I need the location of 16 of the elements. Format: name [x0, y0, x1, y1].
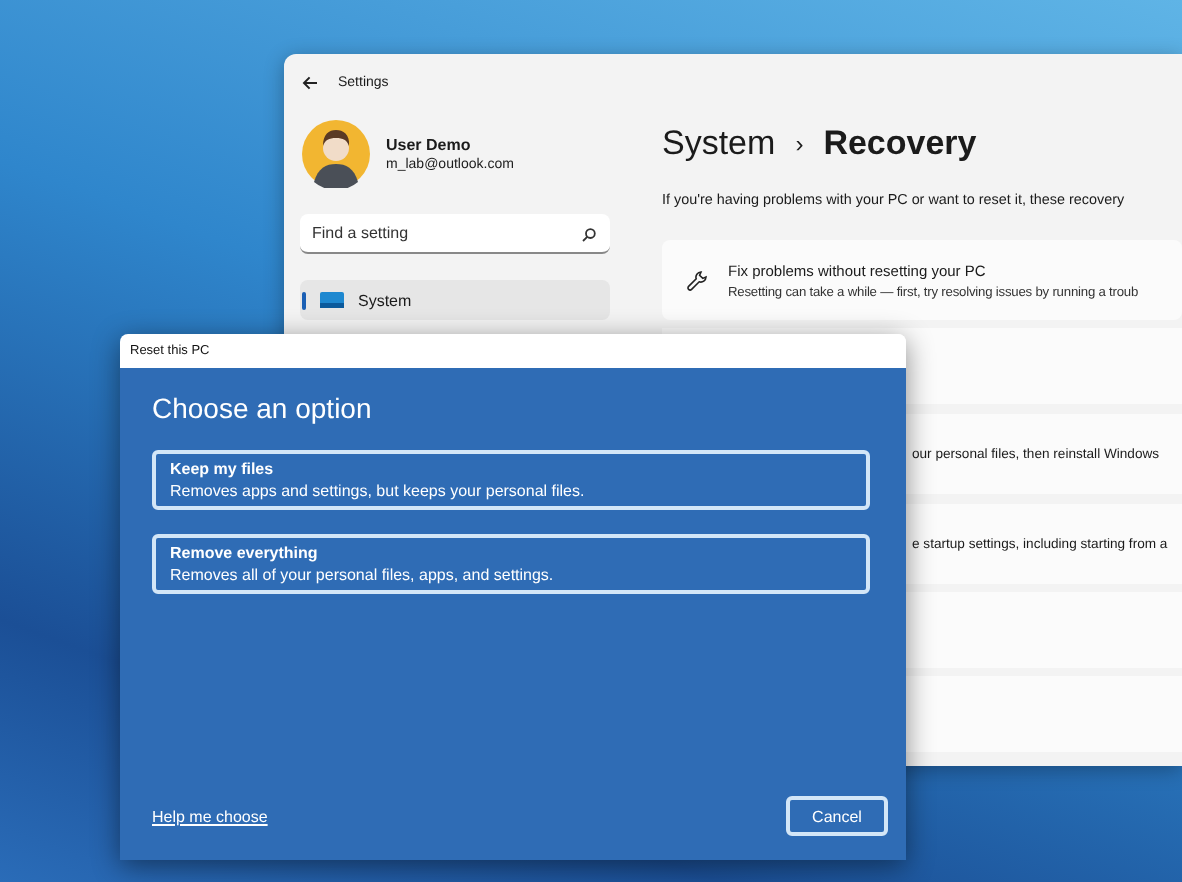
monitor-icon [320, 292, 344, 308]
search-field[interactable]: Find a setting [300, 214, 610, 254]
sidebar-item[interactable]: System [300, 280, 610, 320]
avatar-icon [302, 120, 370, 188]
dialog-heading: Choose an option [152, 392, 374, 424]
page-title: Recovery [823, 124, 977, 164]
cancel-button[interactable]: Cancel [786, 796, 888, 836]
breadcrumb-separator: › [795, 130, 804, 158]
option-button[interactable]: Keep my files Removes apps and settings, but keeps your personal files. [152, 450, 870, 510]
user-name: User Demo [386, 136, 473, 154]
search-icon[interactable] [582, 227, 596, 241]
option-button[interactable]: Remove everything Removes all of your personal files, apps, and settings. [152, 534, 870, 594]
help-link[interactable]: Help me choose [152, 807, 268, 825]
back-arrow-icon[interactable] [302, 75, 318, 89]
breadcrumb-section[interactable]: System [662, 124, 776, 164]
wrench-icon [686, 269, 708, 291]
